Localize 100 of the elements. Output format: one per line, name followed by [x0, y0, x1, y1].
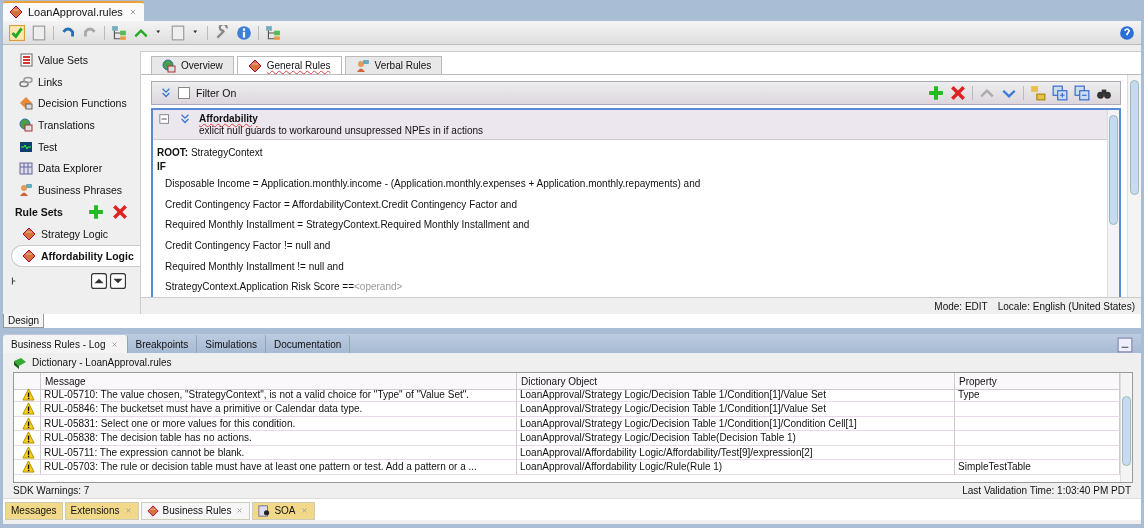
scrollbar[interactable]: [1107, 110, 1119, 297]
tab[interactable]: Business Rules - Log: [3, 335, 128, 353]
window-tab[interactable]: Messages: [5, 501, 63, 520]
sidebar-item[interactable]: Value Sets: [11, 49, 140, 71]
warning-icon: [22, 387, 35, 401]
document-icon: [258, 504, 271, 517]
delete-button[interactable]: [112, 203, 128, 220]
page-button[interactable]: [170, 24, 186, 41]
diamond-icon: [146, 504, 159, 517]
warning-icon: [22, 445, 35, 459]
delete-button[interactable]: [950, 85, 966, 101]
rule-description: exlicit null guards to workaround unsupressed NPEs in if actions: [199, 125, 484, 136]
sidebar-item[interactable]: Decision Functions: [11, 92, 140, 115]
add-button[interactable]: [928, 85, 944, 101]
if-keyword: IF: [157, 159, 167, 173]
condition-line: StrategyContext.Application Risk Score ==<operand>: [164, 280, 404, 295]
table-cell: RUL-05831: Select one or more values for this condition.: [41, 416, 517, 431]
table-cell: RUL-05838: The decision table has no actions.: [41, 431, 517, 446]
tab[interactable]: General Rules: [236, 56, 342, 74]
globe-icon: [162, 58, 176, 73]
table-cell: LoanApproval/Strategy Logic/Decision Table 1/Condition[1]/Value Set: [517, 402, 955, 417]
rule-title: Affordability: [199, 113, 259, 124]
person-icon: [355, 58, 370, 73]
list-icon: [19, 52, 33, 67]
minimize-button[interactable]: [1117, 337, 1133, 353]
diamond-icon: [22, 248, 36, 263]
table-cell: LoanApproval/Affordability Logic/Rule(Rule 1): [517, 460, 955, 475]
sidebar-item[interactable]: Business Phrases: [11, 179, 140, 201]
warning-icon: [22, 416, 35, 430]
sidebar-item[interactable]: Data Explorer: [11, 157, 140, 180]
scrollbar[interactable]: [1127, 75, 1141, 297]
sidebar-item[interactable]: Test: [11, 135, 140, 158]
table-cell: RUL-05711: The expression cannot be blank.: [41, 445, 517, 460]
warning-icon: [22, 431, 35, 445]
checkbox[interactable]: [178, 87, 190, 99]
table-icon: [19, 161, 33, 176]
condition-line: Required Monthly Installment != null and: [164, 259, 345, 274]
condition-line: Disposable Income = Application.monthly.income - (Application.monthly.expenses + Application.monthly.repayments) and: [164, 176, 702, 191]
section-heading: Rule Sets: [15, 205, 63, 218]
collapse-all-button[interactable]: [1074, 85, 1090, 101]
validation-time: Last Validation Time: 1:03:40 PM PDT: [962, 485, 1131, 496]
info-button[interactable]: [236, 24, 252, 41]
scrollbar[interactable]: [1120, 373, 1132, 482]
link-icon: [19, 74, 33, 89]
table-cell: RUL-05703: The rule or decision table must have at least one pattern or test. Add a pattern or a ...: [41, 460, 517, 475]
hierarchy-button[interactable]: [265, 24, 281, 41]
move-up-button[interactable]: [91, 272, 107, 289]
design-tab[interactable]: Design: [3, 314, 45, 328]
column-header[interactable]: Dictionary Object: [517, 373, 955, 390]
dictionary-title: Dictionary - LoanApproval.rules: [32, 357, 172, 368]
validate-button[interactable]: [9, 24, 25, 41]
add-button[interactable]: [88, 203, 104, 220]
expand-icon: [160, 87, 172, 99]
table-cell: RUL-05710: The value chosen, "StrategyContext", is not a valid choice for "Type" of "Value Set".: [41, 387, 517, 402]
table-cell: LoanApproval/Affordability Logic/Affordability/Test[9]/expression[2]: [517, 445, 955, 460]
column-header[interactable]: Message: [41, 373, 517, 390]
editor-tab[interactable]: LoanApproval.rules: [3, 1, 144, 21]
tab[interactable]: Simulations: [197, 335, 266, 353]
tab[interactable]: Breakpoints: [127, 335, 198, 353]
globe-icon: [19, 117, 33, 132]
person-icon: [19, 182, 33, 197]
monitor-icon: [19, 139, 33, 154]
condition-line: Credit Contingency Factor = AffordabilityContext.Credit Contingency Factor and: [164, 197, 518, 212]
condition-line: Required Monthly Installment = StrategyContext.Required Monthly Installment and: [164, 218, 531, 233]
diamond-icon: [22, 226, 36, 241]
table-cell: RUL-05846: The bucketset must have a primitive or Calendar data type.: [41, 402, 517, 417]
rule-set-item[interactable]: Strategy Logic: [11, 222, 140, 245]
window-tab[interactable]: Business Rules: [140, 501, 251, 520]
book-icon: [13, 355, 27, 370]
help-button[interactable]: [1119, 24, 1135, 41]
document-button[interactable]: [31, 24, 47, 41]
expand-icon: [179, 113, 191, 125]
expand-all-button[interactable]: [1052, 85, 1068, 101]
condition-line: Credit Contingency Factor != null and: [164, 238, 332, 253]
root-line: ROOT: StrategyContext: [157, 145, 264, 159]
sidebar-item[interactable]: Translations: [11, 114, 140, 136]
table-cell: Type: [955, 387, 1120, 402]
table-cell: LoanApproval/Strategy Logic/Decision Table 1/Condition[1]/Condition Cell[1]: [517, 416, 955, 431]
folder-button[interactable]: [1030, 85, 1046, 101]
column-header[interactable]: Property: [955, 373, 1120, 390]
diamond-icon: [9, 5, 23, 19]
tab[interactable]: Verbal Rules: [344, 56, 443, 74]
window-tab[interactable]: Extensions: [64, 501, 139, 520]
table-cell: SimpleTestTable: [955, 460, 1120, 475]
table-cell: LoanApproval/Strategy Logic/Decision Table 1/Condition[1]/Value Set: [517, 387, 955, 402]
wrench-button[interactable]: [214, 24, 230, 41]
tab[interactable]: Overview: [151, 56, 234, 74]
collapse-button[interactable]: [159, 113, 171, 125]
window-tab[interactable]: SOA: [252, 501, 315, 520]
sidebar-item[interactable]: Links: [11, 70, 140, 93]
function-icon: [19, 96, 33, 111]
tree-button[interactable]: [111, 24, 127, 41]
table-cell: LoanApproval/Strategy Logic/Decision Table(Decision Table 1): [517, 431, 955, 446]
locale-status: Locale: English (United States): [997, 300, 1135, 312]
move-down-button[interactable]: [110, 272, 126, 289]
diamond-icon: [247, 58, 262, 73]
rule-set-item[interactable]: Affordability Logic: [11, 244, 140, 267]
tab[interactable]: Documentation: [266, 335, 351, 353]
warning-count: SDK Warnings: 7: [13, 485, 90, 496]
mode-status: Mode: EDIT: [934, 300, 988, 312]
